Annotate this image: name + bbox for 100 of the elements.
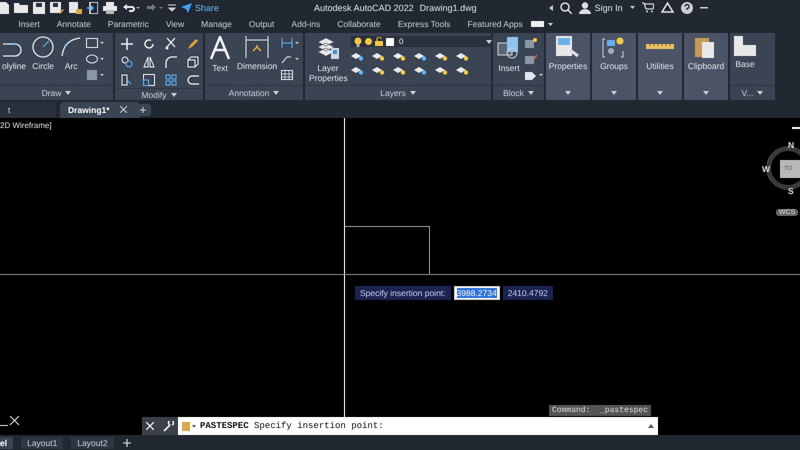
wrench-icon[interactable] bbox=[162, 420, 174, 432]
caret-icon[interactable] bbox=[170, 92, 177, 96]
tool-label[interactable]: Properties bbox=[548, 61, 588, 72]
print-icon[interactable] bbox=[103, 2, 117, 14]
tool-label[interactable]: Insert bbox=[498, 63, 520, 74]
ellipse-icon[interactable] bbox=[86, 54, 104, 64]
layout-tab[interactable]: Layout1 bbox=[21, 436, 64, 448]
stretch-icon[interactable] bbox=[121, 74, 133, 86]
compass-letter[interactable]: W bbox=[762, 164, 770, 174]
help-icon[interactable] bbox=[680, 2, 693, 14]
dropdown-caret-icon[interactable] bbox=[630, 6, 635, 9]
caret-icon[interactable] bbox=[65, 91, 72, 95]
fillet-icon[interactable] bbox=[165, 56, 177, 68]
layer-tool-icon[interactable] bbox=[414, 51, 427, 61]
ribbon-tab[interactable]: Insert bbox=[10, 19, 48, 29]
layer-tool-icon[interactable] bbox=[351, 65, 364, 75]
layer-tool-icon[interactable] bbox=[456, 65, 469, 75]
offset-icon[interactable] bbox=[187, 74, 199, 86]
hatch-icon[interactable] bbox=[86, 70, 104, 80]
move-arrows-icon[interactable] bbox=[121, 38, 133, 50]
x-coordinate-input[interactable]: 3988.2734 bbox=[454, 286, 500, 300]
cart-icon[interactable] bbox=[642, 2, 654, 13]
minimize-icon[interactable] bbox=[700, 6, 708, 8]
caret-icon[interactable] bbox=[611, 91, 617, 95]
panel-title[interactable]: Draw bbox=[42, 88, 62, 98]
layer-tool-icon[interactable] bbox=[372, 65, 385, 75]
document-tab[interactable]: Drawing1* bbox=[60, 102, 140, 118]
ribbon-tab[interactable]: Featured Apps bbox=[459, 19, 532, 29]
tool-label[interactable]: Circle bbox=[32, 61, 54, 72]
caret-icon[interactable] bbox=[273, 91, 280, 95]
save-as-icon[interactable] bbox=[50, 2, 64, 14]
panel-title[interactable]: Modify bbox=[141, 90, 167, 100]
panel-title[interactable]: V... bbox=[742, 88, 754, 98]
new-file-icon[interactable] bbox=[0, 2, 9, 14]
tool-label[interactable]: Utilities bbox=[646, 61, 674, 72]
search-icon[interactable] bbox=[560, 2, 572, 14]
tag-icon[interactable] bbox=[525, 70, 543, 80]
tool-label[interactable]: Clipboard bbox=[688, 61, 724, 72]
ribbon-tab[interactable]: Parametric bbox=[99, 19, 158, 29]
mirror-icon[interactable] bbox=[143, 56, 155, 68]
layer-tool-icon[interactable] bbox=[435, 51, 448, 61]
caret-icon[interactable] bbox=[410, 91, 416, 95]
caret-icon[interactable] bbox=[703, 91, 709, 95]
add-layout-icon[interactable] bbox=[122, 438, 132, 448]
tool-label[interactable]: olyline bbox=[2, 61, 26, 72]
panel-title[interactable]: Block bbox=[503, 88, 524, 98]
rotate-icon[interactable] bbox=[143, 38, 155, 50]
scale-icon[interactable] bbox=[143, 74, 155, 86]
ribbon-tab[interactable]: Manage bbox=[192, 19, 240, 29]
leader-icon[interactable] bbox=[281, 54, 300, 64]
cube-icon[interactable] bbox=[187, 56, 199, 68]
triangle-icon[interactable] bbox=[660, 2, 674, 13]
block-edit-icon[interactable] bbox=[525, 54, 537, 64]
command-line-field[interactable]: PASTESPEC Specify insertion point: bbox=[178, 417, 658, 435]
block-create-icon[interactable] bbox=[525, 38, 537, 48]
sign-in-button[interactable]: Sign In bbox=[578, 2, 623, 14]
ribbon-tab[interactable]: Add-ins bbox=[282, 19, 329, 29]
layer-tool-icon[interactable] bbox=[393, 51, 406, 61]
ribbon-tab[interactable]: Express Tools bbox=[389, 19, 459, 29]
copy-circles-icon[interactable] bbox=[121, 56, 133, 68]
tool-label[interactable]: Dimension bbox=[237, 61, 278, 72]
close-icon[interactable] bbox=[120, 106, 127, 113]
import-icon[interactable] bbox=[87, 2, 98, 14]
caret-icon[interactable] bbox=[657, 91, 663, 95]
caret-icon[interactable] bbox=[757, 91, 764, 95]
scissors-icon[interactable] bbox=[165, 38, 177, 50]
tool-label[interactable]: Base bbox=[735, 59, 755, 70]
panel-title[interactable]: Layers bbox=[380, 88, 406, 98]
layer-tool-icon[interactable] bbox=[372, 51, 385, 61]
ribbon-tab[interactable]: Output bbox=[240, 19, 283, 29]
layer-tool-icon[interactable] bbox=[414, 65, 427, 75]
tool-label[interactable]: Arc bbox=[64, 61, 78, 72]
layer-tool-icon[interactable] bbox=[435, 65, 448, 75]
rectangle-icon[interactable] bbox=[86, 38, 104, 48]
caret-icon[interactable] bbox=[565, 91, 571, 95]
caret-up-icon[interactable] bbox=[648, 424, 654, 428]
pencil-icon[interactable] bbox=[187, 38, 199, 50]
y-coordinate-input[interactable]: 2410.4792 bbox=[502, 286, 553, 300]
ribbon-tab[interactable]: Annotate bbox=[48, 19, 100, 29]
caret-icon[interactable] bbox=[548, 4, 553, 10]
folder-icon[interactable] bbox=[14, 2, 28, 13]
ribbon-tab[interactable]: Collaborate bbox=[328, 19, 390, 29]
panel-toggle-icon[interactable] bbox=[531, 21, 554, 27]
tool-label[interactable]: Layer Properties bbox=[309, 63, 347, 84]
layout-tab[interactable]: el bbox=[0, 436, 14, 448]
panel-title[interactable]: Annotation bbox=[228, 88, 270, 98]
layer-tool-icon[interactable] bbox=[351, 51, 364, 61]
redo-icon[interactable] bbox=[145, 2, 163, 12]
layout-tab[interactable]: Layout2 bbox=[71, 436, 114, 448]
layer-tool-icon[interactable] bbox=[456, 51, 469, 61]
share-button[interactable]: Share bbox=[181, 2, 220, 12]
ribbon-tab[interactable]: View bbox=[157, 19, 193, 29]
tool-label[interactable]: Text bbox=[212, 63, 228, 74]
undo-icon[interactable] bbox=[122, 2, 140, 12]
viewport-label[interactable]: 2D Wireframe] bbox=[0, 121, 52, 130]
customize-icon[interactable] bbox=[168, 4, 176, 12]
save-icon[interactable] bbox=[33, 2, 45, 14]
document-tab[interactable]: t bbox=[0, 102, 56, 118]
caret-icon[interactable] bbox=[528, 91, 534, 95]
compass-letter[interactable]: N bbox=[788, 140, 794, 150]
